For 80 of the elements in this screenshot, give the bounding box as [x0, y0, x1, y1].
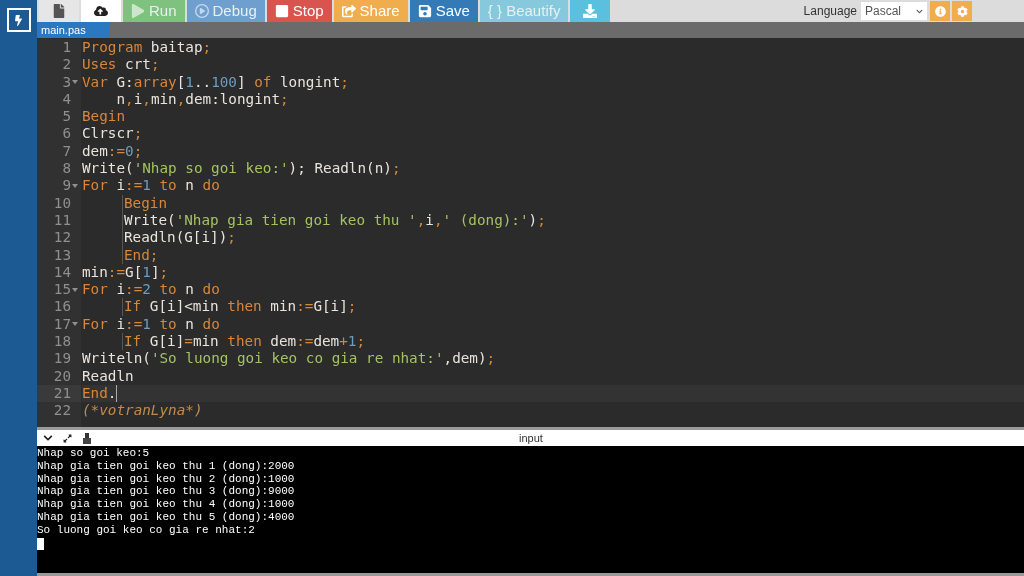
- code-line: Write('Nhap gia tien goi keo thu ',i,' (dong):');: [124, 211, 546, 230]
- console-line: Nhap so goi keo:5: [37, 447, 150, 460]
- line-number: 5: [62, 108, 71, 126]
- circle-play-icon: [194, 4, 209, 18]
- info-icon: [934, 5, 946, 17]
- console-line: Nhap gia tien goi keo thu 3 (dong):9000: [37, 485, 295, 499]
- download-icon: [583, 4, 598, 18]
- line-number: 3: [62, 73, 71, 91]
- bolt-logo-icon[interactable]: [6, 8, 31, 32]
- stop-button[interactable]: Stop: [266, 0, 332, 22]
- line-number: 12: [53, 229, 71, 247]
- code-line: Write('Nhap so goi keo:'); Readln(n);: [82, 160, 401, 178]
- upload-button[interactable]: [81, 0, 121, 22]
- play-icon: [131, 4, 145, 18]
- new-file-button[interactable]: [39, 0, 79, 22]
- line-number: 17: [53, 315, 71, 334]
- code-line: For i:=1 to n do: [82, 315, 220, 334]
- settings-icon: [956, 5, 968, 17]
- code-line: For i:=1 to n do: [82, 177, 220, 195]
- fold-arrow-icon[interactable]: [72, 287, 78, 292]
- console-title: input: [519, 430, 543, 446]
- code-line: (*votranLyna*): [82, 402, 203, 420]
- code-line: For i:=2 to n do: [82, 281, 220, 299]
- line-number: 20: [53, 367, 71, 385]
- stop-icon: [274, 4, 289, 18]
- line-number: 14: [53, 263, 71, 282]
- chevron-down-icon: [916, 7, 923, 15]
- save-button[interactable]: Save: [409, 0, 478, 22]
- line-number: 16: [53, 298, 71, 316]
- floppy-icon: [417, 4, 432, 18]
- code-line: min:=G[1];: [82, 263, 169, 282]
- fold-arrow-icon[interactable]: [72, 183, 78, 188]
- console-line: Nhap gia tien goi keo thu 4 (dong):1000: [37, 498, 295, 511]
- line-number: 18: [53, 333, 71, 351]
- line-number: 10: [53, 194, 71, 212]
- code-line: Program baitap;: [82, 39, 212, 57]
- console-line: So luong goi keo co gia re nhat:2: [37, 523, 255, 537]
- clear-icon[interactable]: [82, 432, 92, 444]
- code-line: Begin: [124, 194, 168, 212]
- expand-icon[interactable]: [63, 433, 72, 443]
- code-line: End;: [124, 246, 159, 264]
- line-number: 15: [53, 281, 71, 299]
- line-number: 9: [62, 177, 71, 195]
- code-line: If G[i]=min then dem:=dem+1;: [124, 333, 366, 351]
- code-line: Readln(G[i]);: [124, 229, 236, 247]
- line-number: 11: [53, 211, 71, 230]
- line-number: 13: [53, 246, 71, 264]
- console-line: Nhap gia tien goi keo thu 2 (dong):1000: [37, 472, 295, 486]
- file-tab[interactable]: main.pas: [37, 22, 110, 38]
- code-line: Readln: [82, 367, 134, 385]
- code-line: dem:=0;: [82, 142, 143, 161]
- line-number: 1: [62, 39, 71, 57]
- code-line: If G[i]<min then min:=G[i];: [124, 298, 357, 316]
- code-line: Uses crt;: [82, 56, 160, 74]
- file-icon: [52, 4, 66, 18]
- code-line: Clrscr;: [82, 125, 143, 143]
- line-number: 2: [62, 56, 71, 74]
- code-line: End.: [82, 384, 117, 403]
- language-label: Language: [803, 3, 857, 20]
- line-number: 19: [53, 350, 71, 368]
- line-number: 4: [62, 90, 71, 109]
- line-number: 21: [53, 384, 71, 403]
- fold-arrow-icon[interactable]: [72, 80, 78, 85]
- code-line: Var G:array[1..100] of longint;: [82, 73, 349, 91]
- code-editor[interactable]: [37, 38, 1024, 427]
- cloud-upload-icon: [94, 4, 108, 18]
- line-number: 6: [62, 125, 71, 143]
- console-line: Nhap gia tien goi keo thu 1 (dong):2000: [37, 459, 295, 473]
- line-number: 8: [62, 160, 71, 178]
- language-select[interactable]: Pascal: [861, 2, 927, 20]
- line-number: 7: [62, 142, 71, 161]
- fold-arrow-icon[interactable]: [72, 322, 78, 327]
- code-line: Begin: [82, 108, 126, 126]
- code-line: Writeln('So luong goi keo co gia re nhat:',dem);: [82, 350, 496, 368]
- console-line: Nhap gia tien goi keo thu 5 (dong):4000: [37, 511, 295, 524]
- text-cursor: [116, 384, 118, 402]
- share-icon: [341, 4, 356, 18]
- line-number: 22: [53, 402, 71, 420]
- chevron-down-icon[interactable]: [43, 433, 53, 443]
- code-line: n,i,min,dem:longint;: [115, 90, 289, 109]
